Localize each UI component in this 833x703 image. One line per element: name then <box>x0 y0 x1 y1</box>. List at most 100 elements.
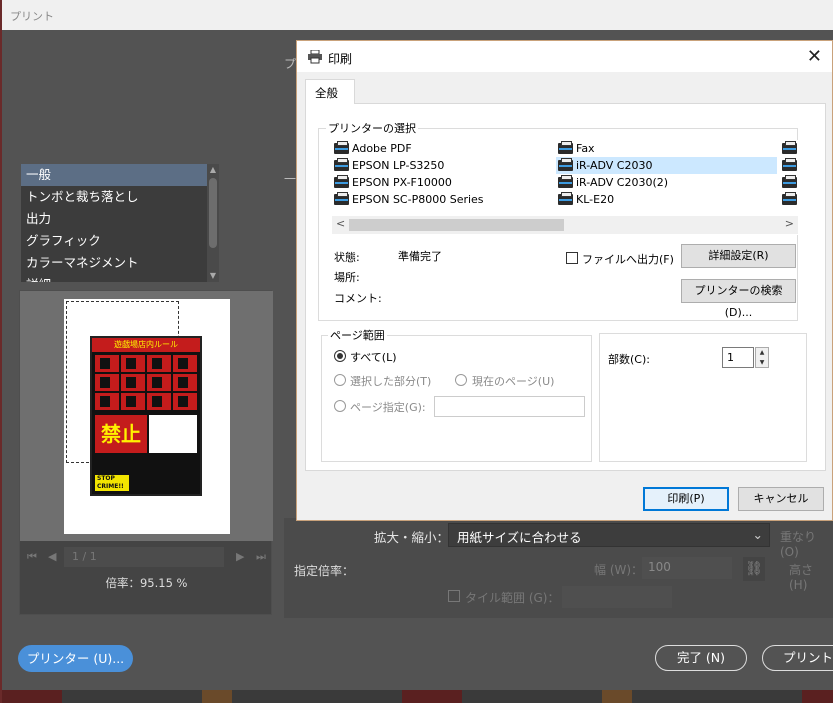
scroll-down-icon[interactable]: ▼ <box>208 270 218 282</box>
scale-select[interactable]: 用紙サイズに合わせる ⌄ <box>448 523 770 547</box>
copies-label: 部数(C): <box>608 353 650 366</box>
printer-button[interactable]: プリンター (U)... <box>18 645 133 672</box>
range-pages-radio[interactable] <box>334 400 346 412</box>
printer-name: Fax <box>576 142 595 155</box>
dialog-title: 印刷 <box>328 52 353 66</box>
location-label: 場所: <box>334 271 360 284</box>
overlap-label: 重なり (O) <box>780 530 817 559</box>
printer-item[interactable]: Fax <box>556 140 777 157</box>
tile-range-field[interactable] <box>562 586 672 608</box>
printer-icon <box>558 158 573 171</box>
find-printer-button[interactable]: プリンターの検索(D)... <box>681 279 796 319</box>
range-pages-label: ページ指定(G): <box>350 401 426 414</box>
printer-name: Adobe PDF <box>352 142 412 155</box>
link-icon[interactable]: ⛓ <box>743 557 765 581</box>
preview-canvas: 遊戯場店内ルール 禁止 STOP CRIME!! <box>20 291 273 541</box>
range-all-radio[interactable] <box>334 350 346 362</box>
printer-item[interactable]: EPSON LP-S3250 <box>332 157 542 174</box>
category-list[interactable]: 一般トンボと裁ち落とし出力グラフィックカラーマネジメント詳細 ▲ ▼ <box>21 164 219 282</box>
category-item[interactable]: トンボと裁ち落とし <box>21 186 219 208</box>
decrement-icon[interactable]: ▼ <box>756 358 768 368</box>
preferences-button[interactable]: 詳細設定(R) <box>681 244 796 268</box>
first-page-icon[interactable]: ⏮ <box>27 550 37 564</box>
range-selection-radio[interactable] <box>334 374 346 386</box>
printer-name: EPSON LP-S3250 <box>352 159 445 172</box>
print-to-file-label: ファイルへ出力(F) <box>582 253 674 266</box>
printer-icon <box>782 175 797 188</box>
preview-poster-image: 遊戯場店内ルール 禁止 STOP CRIME!! <box>90 336 202 496</box>
printer-name: iR-ADV C2030(2) <box>576 176 669 189</box>
poster-heading: 遊戯場店内ルール <box>92 338 200 352</box>
tab-general[interactable]: 全般 <box>305 79 355 104</box>
section-title: プ <box>284 57 297 71</box>
last-page-icon[interactable]: ⏭ <box>256 550 266 564</box>
printer-item[interactable]: Adobe PDF <box>332 140 542 157</box>
increment-icon[interactable]: ▲ <box>756 348 768 358</box>
print-ok-button[interactable]: 印刷(P) <box>643 487 729 511</box>
cancel-button[interactable]: キャンセル <box>738 487 824 511</box>
printer-name: EPSON SC-P8000 Series <box>352 193 484 206</box>
category-item[interactable]: カラーマネジメント <box>21 252 219 274</box>
scroll-up-icon[interactable]: ▲ <box>208 164 218 176</box>
printer-icon <box>782 192 797 205</box>
printer-icon <box>782 158 797 171</box>
comment-label: コメント: <box>334 292 382 305</box>
printer-icon <box>334 158 349 171</box>
category-item[interactable]: 一般 <box>21 164 219 186</box>
range-selection-label: 選択した部分(T) <box>350 375 432 388</box>
printer-item[interactable]: KL-E20 <box>556 191 777 208</box>
printer-list-scrollbar[interactable]: < > <box>332 216 798 234</box>
printer-item-partial[interactable] <box>780 191 800 208</box>
category-item[interactable]: 出力 <box>21 208 219 230</box>
printer-icon <box>334 192 349 205</box>
scroll-thumb[interactable] <box>209 178 217 248</box>
done-button[interactable]: 完了 (N) <box>655 645 747 671</box>
chevron-down-icon: ⌄ <box>752 527 763 542</box>
prev-page-icon[interactable]: ◀ <box>48 550 56 563</box>
printer-icon <box>308 50 322 64</box>
category-item[interactable]: グラフィック <box>21 230 219 252</box>
page-number-field[interactable]: 1 / 1 <box>64 547 224 567</box>
copies-input[interactable]: 1 <box>722 347 754 368</box>
page-range-input[interactable] <box>434 396 585 417</box>
scroll-left-icon[interactable]: < <box>336 217 345 230</box>
printer-item-partial[interactable] <box>780 157 800 174</box>
category-item[interactable]: 詳細 <box>21 274 219 282</box>
dialog-titlebar: 印刷 ✕ <box>297 41 832 72</box>
print-to-file-checkbox[interactable] <box>566 252 578 264</box>
printer-icon <box>334 141 349 154</box>
close-icon[interactable]: ✕ <box>807 46 822 67</box>
next-page-icon[interactable]: ▶ <box>236 550 244 563</box>
taskbar-strip <box>2 690 833 703</box>
printer-item[interactable]: iR-ADV C2030(2) <box>556 174 777 191</box>
scroll-thumb[interactable] <box>349 219 564 231</box>
range-current-label: 現在のページ(U) <box>472 375 555 388</box>
printer-name: KL-E20 <box>576 193 615 206</box>
range-all-label: すべて(L) <box>350 351 397 364</box>
printer-item[interactable]: iR-ADV C2030 <box>556 157 777 174</box>
printer-name: EPSON PX-F10000 <box>352 176 452 189</box>
height-label: 高さ (H) <box>789 563 814 592</box>
custom-scale-label: 指定倍率： <box>294 564 355 578</box>
width-field[interactable]: 100 <box>642 557 732 579</box>
printer-item-partial[interactable] <box>780 140 800 157</box>
width-label: 幅 (W)： <box>594 563 644 577</box>
printer-icon <box>334 175 349 188</box>
copies-stepper[interactable]: ▲ ▼ <box>755 347 769 368</box>
tile-range-checkbox[interactable] <box>448 590 460 602</box>
printer-icon <box>558 141 573 154</box>
scale-value: 用紙サイズに合わせる <box>457 530 582 545</box>
print-button[interactable]: プリント <box>762 645 833 671</box>
scale-label: 拡大・縮小： <box>374 530 450 545</box>
scroll-right-icon[interactable]: > <box>785 217 794 230</box>
printer-item[interactable]: EPSON SC-P8000 Series <box>332 191 542 208</box>
page-range-label: ページ範囲 <box>328 327 387 343</box>
range-current-radio[interactable] <box>455 374 467 386</box>
category-scrollbar[interactable]: ▲ ▼ <box>207 164 219 282</box>
print-preview: 遊戯場店内ルール 禁止 STOP CRIME!! ⏮ ◀ 1 / 1 ▶ ⏭ 倍… <box>19 290 273 615</box>
printer-item[interactable]: EPSON PX-F10000 <box>332 174 542 191</box>
tile-range-label: タイル範囲 (G)： <box>465 591 560 605</box>
window-title: プリント <box>2 0 833 30</box>
status-value: 準備完了 <box>398 250 442 263</box>
printer-item-partial[interactable] <box>780 174 800 191</box>
